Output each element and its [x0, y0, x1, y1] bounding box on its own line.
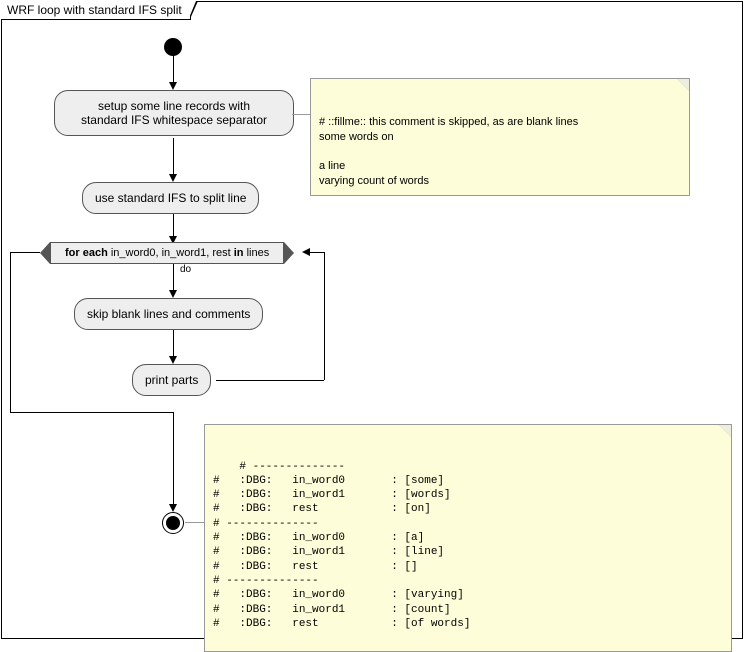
edge	[310, 252, 324, 253]
arrowhead	[302, 248, 310, 256]
edge	[216, 380, 324, 381]
txt: lines	[244, 247, 270, 259]
note-fold	[676, 78, 690, 92]
input-note: # ::fillme:: this comment is skipped, as…	[310, 78, 690, 196]
txt: in_word0, in_word1, rest	[108, 247, 234, 259]
kw: for each	[65, 247, 108, 259]
skip-node: skip blank lines and comments	[74, 298, 263, 330]
frame-title: WRF loop with standard IFS split	[1, 1, 191, 20]
kw: in	[234, 247, 244, 259]
note-text: # -------------- # :DBG: in_word0 : [som…	[213, 461, 470, 630]
do-label: do	[180, 264, 191, 275]
diagram-frame: WRF loop with standard IFS split setup s…	[1, 1, 743, 639]
note-connector	[185, 522, 204, 523]
edge	[173, 412, 174, 506]
foreach-node: for each in_word0, in_word1, rest in lin…	[50, 242, 284, 264]
output-note: # -------------- # :DBG: in_word0 : [som…	[204, 424, 732, 652]
arrowhead	[169, 504, 177, 512]
edge	[173, 214, 174, 238]
edge	[10, 252, 11, 412]
arrowhead	[169, 174, 177, 182]
note-text: # ::fillme:: this comment is skipped, as…	[319, 116, 578, 187]
setup-node: setup some line records with standard IF…	[54, 90, 294, 136]
edge	[173, 56, 174, 84]
edge	[173, 330, 174, 358]
use-ifs-node: use standard IFS to split line	[82, 182, 259, 214]
arrowhead	[169, 290, 177, 298]
edge	[10, 412, 173, 413]
edge	[173, 264, 174, 292]
note-connector	[292, 114, 310, 115]
edge	[324, 252, 325, 380]
print-node: print parts	[132, 364, 211, 396]
start-node	[164, 38, 182, 56]
edge	[10, 252, 40, 253]
end-node	[162, 512, 184, 534]
edge	[173, 138, 174, 176]
arrowhead	[169, 82, 177, 90]
note-fold	[718, 424, 732, 438]
arrowhead	[169, 356, 177, 364]
